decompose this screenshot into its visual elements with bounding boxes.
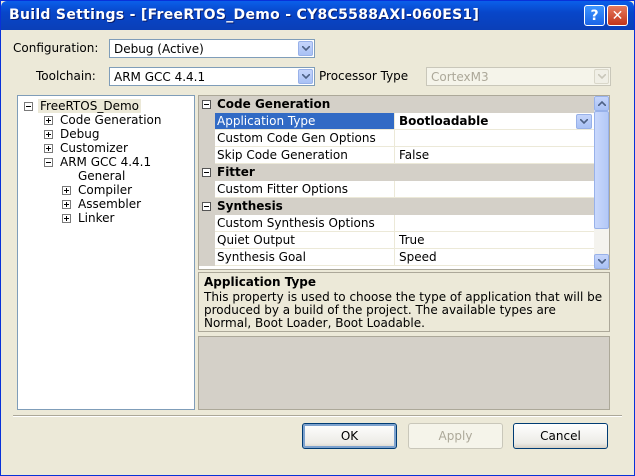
- expand-icon[interactable]: [44, 130, 53, 139]
- collapse-icon[interactable]: [202, 168, 211, 177]
- property-row-skip-code-generation[interactable]: Skip Code Generation False: [199, 147, 594, 164]
- window-title: Build Settings - [FreeRTOS_Demo - CY8C55…: [9, 7, 480, 23]
- property-row-synthesis-goal[interactable]: Synthesis Goal Speed: [199, 249, 594, 266]
- property-name: Application Type: [215, 113, 395, 130]
- property-row-custom-synthesis-options[interactable]: Custom Synthesis Options: [199, 215, 594, 232]
- collapse-icon[interactable]: [202, 202, 211, 211]
- empty-panel: [198, 336, 610, 410]
- category-synthesis[interactable]: Synthesis: [199, 198, 594, 215]
- property-row-custom-code-gen-options[interactable]: Custom Code Gen Options: [199, 130, 594, 147]
- separator: [13, 415, 622, 417]
- settings-tree[interactable]: FreeRTOS_Demo Code Generation Debug Cust…: [17, 95, 195, 410]
- property-value[interactable]: [395, 215, 594, 232]
- tree-item-label: Code Generation: [60, 113, 162, 127]
- tree-item-label: Linker: [78, 211, 115, 225]
- tree-item-general[interactable]: General: [78, 169, 125, 183]
- configuration-label: Configuration:: [13, 41, 99, 55]
- property-name: Custom Code Gen Options: [215, 130, 395, 147]
- tree-item-label: General: [78, 169, 126, 183]
- property-value[interactable]: Bootloadable: [395, 113, 594, 130]
- collapse-icon[interactable]: [202, 100, 211, 109]
- row-gutter: [199, 249, 215, 266]
- row-gutter: [199, 147, 215, 164]
- property-grid-scrollbar[interactable]: [594, 96, 609, 269]
- category-label: Code Generation: [217, 97, 331, 111]
- processor-type-dropdown: CortexM3: [426, 67, 611, 86]
- tree-item-label: Debug: [60, 127, 100, 141]
- toolchain-dropdown[interactable]: ARM GCC 4.4.1: [109, 67, 315, 86]
- property-value[interactable]: True: [395, 232, 594, 249]
- chevron-down-icon[interactable]: [298, 41, 313, 56]
- build-settings-dialog: Build Settings - [FreeRTOS_Demo - CY8C55…: [0, 0, 635, 476]
- expand-icon[interactable]: [44, 116, 53, 125]
- property-value[interactable]: False: [395, 147, 594, 164]
- property-grid[interactable]: Code Generation Application Type Bootloa…: [198, 95, 610, 270]
- toolchain-label: Toolchain:: [36, 69, 96, 83]
- tree-item-label: Customizer: [60, 141, 128, 155]
- scroll-up-icon[interactable]: [594, 96, 609, 111]
- property-name: Custom Fitter Options: [215, 181, 395, 198]
- property-row-application-type[interactable]: Application Type Bootloadable: [199, 113, 594, 130]
- processor-type-value: CortexM3: [431, 70, 489, 84]
- chevron-down-icon[interactable]: [576, 114, 592, 129]
- chevron-down-icon: [594, 69, 609, 84]
- description-panel: Application Type This property is used t…: [198, 272, 610, 332]
- property-name: Quiet Output: [215, 232, 395, 249]
- row-gutter: [199, 130, 215, 147]
- property-row-custom-fitter-options[interactable]: Custom Fitter Options: [199, 181, 594, 198]
- category-code-generation[interactable]: Code Generation: [199, 96, 594, 113]
- expand-icon[interactable]: [44, 144, 53, 153]
- property-value[interactable]: [395, 181, 594, 198]
- processor-type-label: Processor Type: [319, 69, 409, 83]
- expand-icon[interactable]: [62, 214, 71, 223]
- scroll-thumb[interactable]: [594, 111, 609, 229]
- row-gutter: [199, 113, 215, 130]
- category-label: Synthesis: [217, 199, 283, 213]
- title-bar[interactable]: Build Settings - [FreeRTOS_Demo - CY8C55…: [1, 1, 634, 30]
- collapse-icon[interactable]: [24, 102, 33, 111]
- description-title: Application Type: [204, 275, 317, 289]
- tree-item-label: Assembler: [78, 197, 142, 211]
- scroll-down-icon[interactable]: [594, 254, 609, 269]
- property-row-quiet-output[interactable]: Quiet Output True: [199, 232, 594, 249]
- tree-root-label: FreeRTOS_Demo: [38, 99, 141, 113]
- close-button[interactable]: ✕: [607, 5, 628, 26]
- property-name: Synthesis Goal: [215, 249, 395, 266]
- configuration-dropdown[interactable]: Debug (Active): [109, 39, 315, 58]
- description-body: This property is used to choose the type…: [204, 290, 603, 330]
- row-gutter: [199, 181, 215, 198]
- category-label: Fitter: [217, 165, 255, 179]
- expand-icon[interactable]: [62, 200, 71, 209]
- property-value[interactable]: [395, 130, 594, 147]
- ok-button[interactable]: OK: [302, 423, 397, 449]
- help-button[interactable]: ?: [584, 5, 605, 26]
- chevron-down-icon[interactable]: [298, 69, 313, 84]
- property-name: Skip Code Generation: [215, 147, 395, 164]
- apply-button: Apply: [408, 423, 503, 449]
- tree-item-label: ARM GCC 4.4.1: [60, 155, 152, 169]
- cancel-button[interactable]: Cancel: [513, 423, 608, 449]
- collapse-icon[interactable]: [44, 158, 53, 167]
- property-value[interactable]: Speed: [395, 249, 594, 266]
- property-name: Custom Synthesis Options: [215, 215, 395, 232]
- category-fitter[interactable]: Fitter: [199, 164, 594, 181]
- tree-item-label: Compiler: [78, 183, 133, 197]
- configuration-value: Debug (Active): [114, 42, 204, 56]
- expand-icon[interactable]: [62, 186, 71, 195]
- row-gutter: [199, 232, 215, 249]
- toolchain-value: ARM GCC 4.4.1: [114, 70, 206, 84]
- row-gutter: [199, 215, 215, 232]
